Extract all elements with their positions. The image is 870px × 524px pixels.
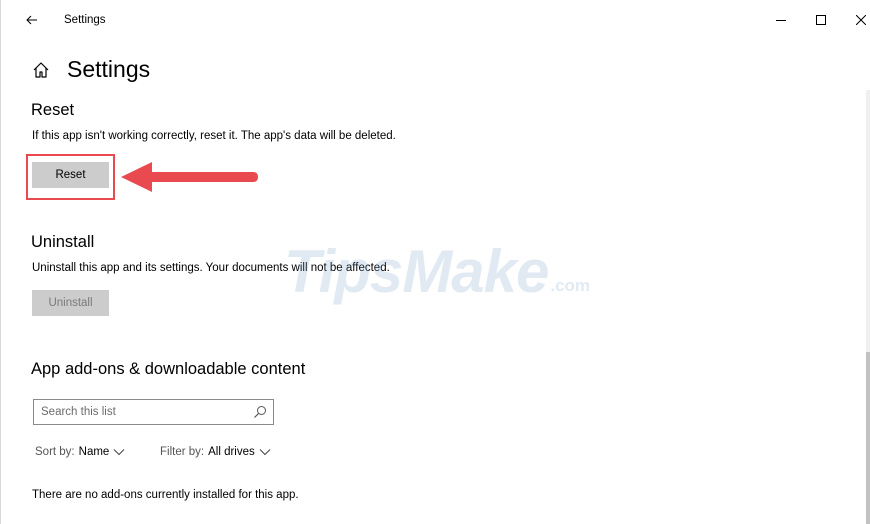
filter-value: All drives [208, 446, 255, 458]
sort-value: Name [78, 446, 110, 458]
search-input[interactable] [41, 404, 246, 420]
uninstall-section-title: Uninstall [31, 233, 95, 251]
close-icon [856, 15, 866, 25]
search-icon [254, 406, 266, 418]
chevron-down-icon [113, 449, 125, 456]
minimize-button[interactable] [769, 8, 793, 32]
filter-dropdown[interactable]: Filter by: All drives [160, 446, 271, 458]
maximize-button[interactable] [809, 8, 833, 32]
maximize-icon [816, 15, 826, 25]
search-box[interactable] [33, 399, 274, 425]
window-title: Settings [64, 14, 106, 26]
settings-window: Settings Settings Reset If this app isn'… [0, 0, 870, 524]
filter-label: Filter by: [160, 446, 205, 458]
title-bar: Settings [1, 0, 870, 40]
reset-section-title: Reset [31, 101, 75, 119]
close-button[interactable] [849, 8, 870, 32]
watermark-sub: .com [550, 276, 591, 295]
scrollbar[interactable] [866, 90, 870, 524]
back-button[interactable] [19, 8, 45, 32]
page-title: Settings [67, 56, 151, 82]
no-addons-message: There are no add-ons currently installed… [32, 489, 299, 501]
reset-description: If this app isn't working correctly, res… [32, 130, 396, 142]
minimize-icon [776, 20, 786, 21]
sort-label: Sort by: [35, 446, 75, 458]
uninstall-button[interactable]: Uninstall [32, 290, 109, 316]
home-icon[interactable] [31, 60, 51, 80]
addons-section-title: App add-ons & downloadable content [31, 360, 306, 378]
uninstall-description: Uninstall this app and its settings. You… [32, 262, 390, 274]
scroll-thumb[interactable] [866, 352, 870, 524]
back-arrow-icon [26, 15, 37, 25]
reset-button[interactable]: Reset [32, 162, 109, 188]
red-arrow-icon [121, 162, 258, 192]
sort-dropdown[interactable]: Sort by: Name [35, 446, 125, 458]
chevron-down-icon [259, 449, 271, 456]
